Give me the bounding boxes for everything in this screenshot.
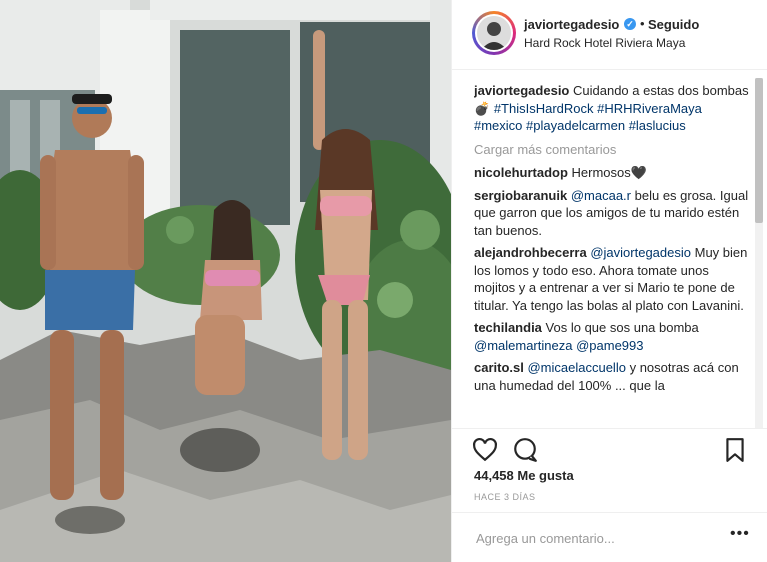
- avatar-portrait-icon: [477, 16, 511, 50]
- comment-item: techilandia Vos lo que sos una bomba @ma…: [474, 319, 750, 354]
- hashtag-link[interactable]: #mexico: [474, 118, 522, 133]
- bookmark-icon[interactable]: [722, 437, 748, 463]
- follow-status-button[interactable]: Seguido: [648, 17, 699, 32]
- post-username[interactable]: javiortegadesio: [524, 17, 619, 32]
- post-location[interactable]: Hard Rock Hotel Riviera Maya: [524, 36, 685, 50]
- heart-icon[interactable]: [472, 437, 498, 463]
- hashtag-link[interactable]: #playadelcarmen: [526, 118, 625, 133]
- avatar-image: [477, 16, 511, 50]
- comment-item: carito.sl @micaelaccuello y nosotras acá…: [474, 359, 750, 394]
- load-more-comments-button[interactable]: Cargar más comentarios: [474, 141, 750, 159]
- add-comment-input[interactable]: [474, 527, 708, 549]
- story-ring[interactable]: [472, 11, 516, 55]
- comments-scrollbar[interactable]: [755, 78, 763, 428]
- caption-username[interactable]: javiortegadesio: [474, 83, 569, 98]
- comment-item: nicolehurtadop Hermosos🖤: [474, 164, 750, 182]
- mention-link[interactable]: @micaelaccuello: [527, 360, 625, 375]
- post-timestamp: HACE 3 DÍAS: [474, 492, 536, 502]
- hashtag-link[interactable]: #HRHRiveraMaya: [597, 101, 702, 116]
- mention-link[interactable]: @javiortegadesio: [590, 245, 691, 260]
- separator-dot: •: [640, 16, 645, 31]
- mention-link[interactable]: @malemartineza: [474, 338, 572, 353]
- comment-username[interactable]: sergiobaranuik: [474, 188, 567, 203]
- add-comment-bar: •••: [452, 512, 767, 562]
- comments-list[interactable]: javiortegadesio Cuidando a estas dos bom…: [474, 82, 750, 427]
- comment-username[interactable]: alejandrohbecerra: [474, 245, 587, 260]
- comment-username[interactable]: nicolehurtadop: [474, 165, 568, 180]
- scrollbar-thumb[interactable]: [755, 78, 763, 223]
- avatar[interactable]: [475, 14, 513, 52]
- comment-username[interactable]: techilandia: [474, 320, 542, 335]
- verified-badge-icon: ✓: [624, 18, 636, 30]
- mention-link[interactable]: @pame993: [576, 338, 643, 353]
- hashtag-link[interactable]: #laslucius: [629, 118, 686, 133]
- comment-username[interactable]: carito.sl: [474, 360, 524, 375]
- post-photo[interactable]: [0, 0, 451, 562]
- ellipsis-icon[interactable]: •••: [730, 525, 750, 543]
- post-header: javiortegadesio ✓ • Seguido Hard Rock Ho…: [452, 0, 767, 70]
- comment-text: Hermosos: [571, 165, 631, 180]
- comment-item: sergiobaranuik @macaa.r belu es grosa. I…: [474, 187, 750, 240]
- hashtag-link[interactable]: #ThisIsHardRock: [494, 101, 594, 116]
- bomb-emoji: 💣: [474, 100, 491, 116]
- beach-photo-illustration: [0, 0, 451, 562]
- mention-link[interactable]: @macaa.r: [571, 188, 631, 203]
- caption: javiortegadesio Cuidando a estas dos bom…: [474, 82, 750, 135]
- comment-icon[interactable]: [512, 437, 538, 463]
- black-heart-emoji: 🖤: [630, 165, 647, 180]
- instagram-post-view: javiortegadesio ✓ • Seguido Hard Rock Ho…: [0, 0, 767, 562]
- comment-item: alejandrohbecerra @javiortegadesio Muy b…: [474, 244, 750, 314]
- action-bar: [452, 428, 767, 468]
- like-count[interactable]: 44,458 Me gusta: [474, 468, 574, 483]
- comment-text: Vos lo que sos una bomba: [545, 320, 699, 335]
- caption-text: Cuidando a estas dos bombas: [573, 83, 749, 98]
- post-sidebar: javiortegadesio ✓ • Seguido Hard Rock Ho…: [451, 0, 767, 562]
